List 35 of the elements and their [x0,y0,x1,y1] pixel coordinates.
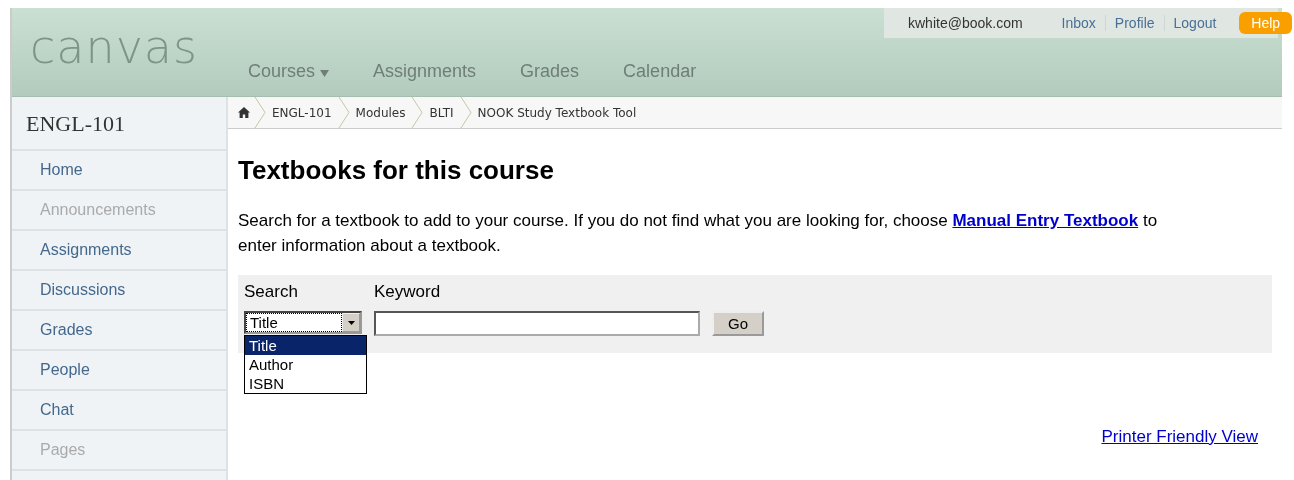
user-email: kwhite@book.com [908,15,1023,31]
caret-icon [320,69,330,77]
keyword-label: Keyword [374,281,442,303]
breadcrumb-separator [411,97,424,128]
breadcrumb-separator [459,97,472,128]
user-link[interactable]: Logout [1164,15,1226,31]
breadcrumb-link[interactable]: BLTI [423,105,460,120]
dropdown-option[interactable]: Title [245,336,366,355]
sidebar-item[interactable]: Assignments [12,231,226,271]
breadcrumb-link[interactable]: ENGL-101 [266,105,338,120]
nav-link[interactable]: Assignments [373,61,477,82]
sidebar-item[interactable]: Grades [12,311,226,351]
sidebar-item[interactable]: Home [12,151,226,191]
dropdown-option[interactable]: Author [245,355,366,374]
breadcrumb-separator [337,97,350,128]
dropdown-option[interactable]: ISBN [245,374,366,393]
breadcrumb-link[interactable]: Modules [349,105,412,120]
intro-text: Search for a textbook to add to your course. If you do not find what you are looking for, choose Manual Entry Textbook to enter information about a textbook. [238,210,1159,257]
search-label: Search [244,281,299,303]
user-link[interactable]: Profile [1105,15,1164,31]
keyword-field[interactable] [374,311,700,336]
search-type-select[interactable]: Title [244,311,362,334]
nav-link[interactable]: Courses [248,61,330,82]
breadcrumb-link[interactable]: NOOK Study Textbook Tool [471,105,643,120]
nav-link[interactable]: Grades [520,61,580,82]
user-link[interactable]: Inbox [1052,15,1105,31]
sidebar-item[interactable]: Chat [12,391,226,431]
course-title: ENGL-101 [12,97,226,151]
sidebar-item[interactable]: People [12,351,226,391]
manual-entry-link[interactable]: Manual Entry Textbook [952,211,1139,230]
page-title: Textbooks for this course [238,155,555,186]
sidebar-item[interactable]: Discussions [12,271,226,311]
printer-friendly-link[interactable]: Printer Friendly View [1101,427,1272,447]
go-button[interactable]: Go [712,311,764,336]
breadcrumb-separator [254,97,266,128]
